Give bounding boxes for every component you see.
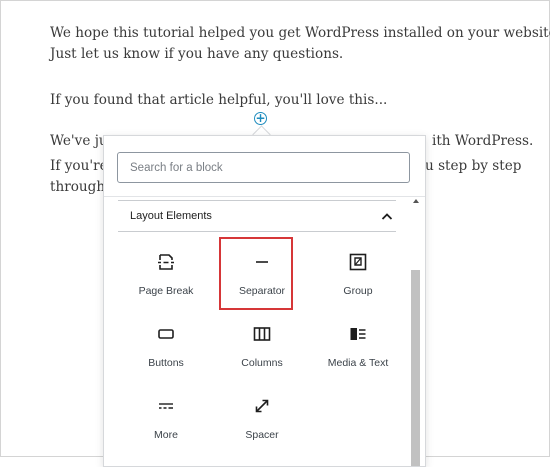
paragraph-line: Just let us know if you have any questio… bbox=[50, 46, 344, 62]
scrollbar-thumb[interactable] bbox=[411, 270, 420, 466]
paragraph-line: u step by step bbox=[425, 158, 522, 174]
block-page-break[interactable]: Page Break bbox=[118, 240, 214, 312]
paragraph-line: We've ju bbox=[50, 133, 108, 149]
layout-elements-panel-toggle[interactable]: Layout Elements bbox=[118, 200, 396, 232]
block-more[interactable]: More bbox=[118, 384, 214, 456]
block-spacer[interactable]: Spacer bbox=[214, 384, 310, 456]
block-label: More bbox=[154, 429, 178, 441]
block-search-input[interactable] bbox=[117, 152, 410, 183]
block-label: Group bbox=[343, 285, 373, 297]
paragraph-line: ith WordPress. bbox=[432, 133, 534, 149]
block-label: Media & Text bbox=[327, 357, 389, 369]
separator-highlight-box bbox=[219, 237, 293, 310]
block-label: Buttons bbox=[148, 357, 184, 369]
block-label: Page Break bbox=[138, 285, 194, 297]
scroll-up-arrow-icon[interactable] bbox=[413, 199, 419, 203]
buttons-icon bbox=[158, 329, 174, 339]
block-media-text[interactable]: Media & Text bbox=[310, 312, 406, 384]
section-title: Layout Elements bbox=[130, 210, 212, 222]
block-label: Spacer bbox=[245, 429, 279, 441]
media-text-icon bbox=[350, 328, 366, 340]
group-icon bbox=[349, 253, 367, 271]
paragraph-line: If you found that article helpful, you'l… bbox=[50, 92, 388, 108]
paragraph-line: through bbox=[50, 179, 106, 195]
columns-icon bbox=[253, 327, 271, 341]
more-icon bbox=[159, 403, 173, 409]
page-break-icon bbox=[158, 254, 174, 270]
chevron-up-icon bbox=[381, 213, 393, 220]
spacer-icon bbox=[255, 399, 269, 413]
block-columns[interactable]: Columns bbox=[214, 312, 310, 384]
block-group[interactable]: Group bbox=[310, 240, 406, 312]
divider bbox=[104, 196, 425, 197]
block-buttons[interactable]: Buttons bbox=[118, 312, 214, 384]
add-block-icon[interactable]: + bbox=[254, 112, 267, 125]
block-label: Columns bbox=[241, 357, 283, 369]
